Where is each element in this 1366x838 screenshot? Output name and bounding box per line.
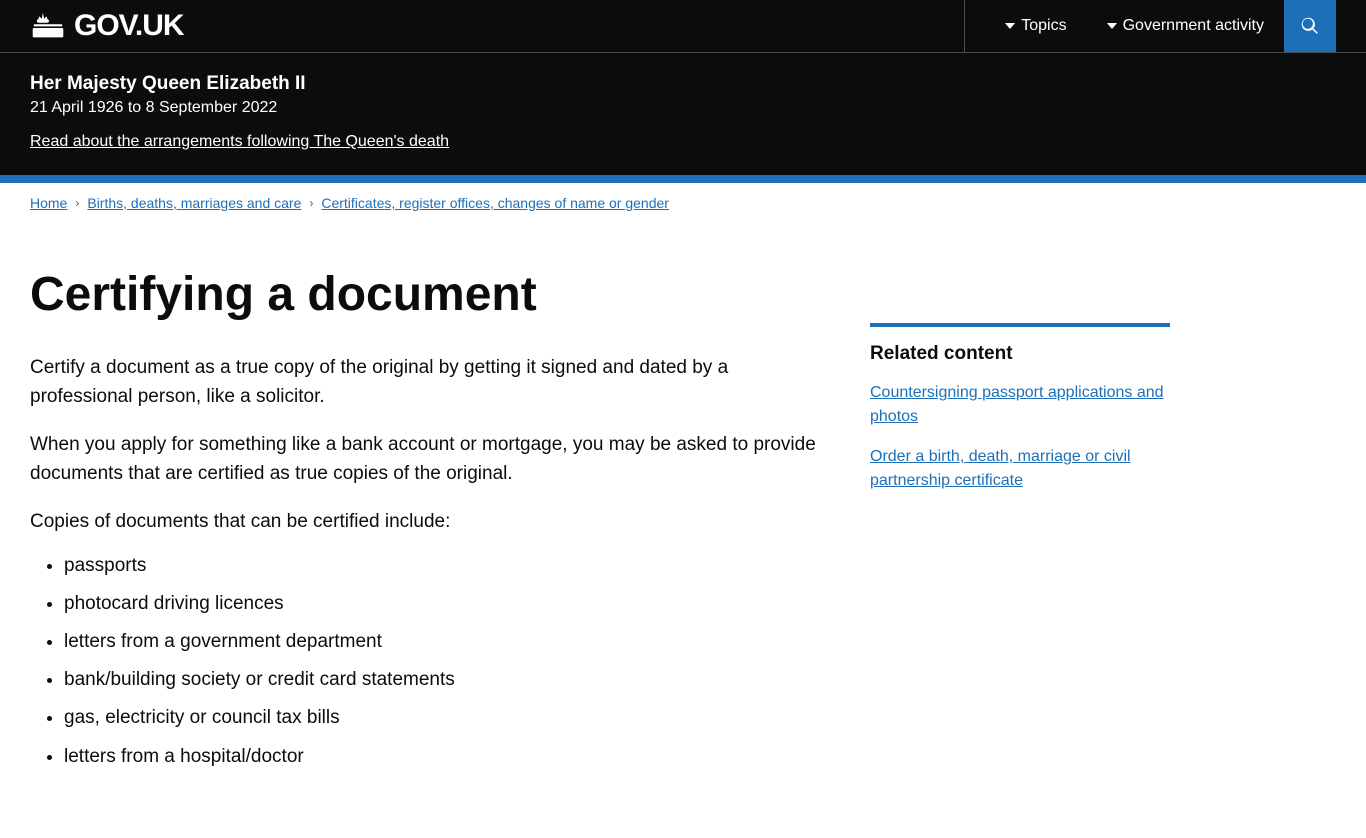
memorial-name: Her Majesty Queen Elizabeth II xyxy=(30,73,1336,95)
list-intro-text: Copies of documents that can be certifie… xyxy=(30,508,830,537)
related-link-1[interactable]: Countersigning passport applications and… xyxy=(870,381,1170,429)
content-sidebar: Related content Countersigning passport … xyxy=(870,323,1170,778)
topics-button[interactable]: Topics xyxy=(985,0,1086,52)
breadcrumb-subcategory[interactable]: Certificates, register offices, changes … xyxy=(321,195,669,211)
search-icon xyxy=(1299,15,1321,37)
crown-icon xyxy=(30,10,66,42)
list-item: photocard driving licences xyxy=(64,587,830,621)
breadcrumb-home[interactable]: Home xyxy=(30,195,67,211)
memorial-dates: 21 April 1926 to 8 September 2022 xyxy=(30,99,1336,117)
breadcrumb-separator-2: › xyxy=(309,196,313,210)
memorial-link[interactable]: Read about the arrangements following Th… xyxy=(30,133,449,150)
breadcrumb-category[interactable]: Births, deaths, marriages and care xyxy=(87,195,301,211)
related-link-2[interactable]: Order a birth, death, marriage or civil … xyxy=(870,445,1170,493)
chevron-down-icon xyxy=(1005,23,1015,29)
list-item: gas, electricity or council tax bills xyxy=(64,701,830,735)
blue-decorative-bar xyxy=(0,175,1366,183)
related-content-box: Related content Countersigning passport … xyxy=(870,323,1170,493)
breadcrumb-separator-1: › xyxy=(75,196,79,210)
government-activity-label: Government activity xyxy=(1123,17,1264,35)
site-header: GOV.UK Topics Government activity xyxy=(0,0,1366,52)
list-item: letters from a hospital/doctor xyxy=(64,740,830,774)
memorial-banner: Her Majesty Queen Elizabeth II 21 April … xyxy=(0,52,1366,175)
breadcrumb-nav: Home › Births, deaths, marriages and car… xyxy=(0,183,1366,223)
gov-uk-logo[interactable]: GOV.UK xyxy=(30,9,944,43)
body-paragraph: When you apply for something like a bank… xyxy=(30,431,830,488)
breadcrumb: Home › Births, deaths, marriages and car… xyxy=(30,195,1336,211)
related-content-title: Related content xyxy=(870,343,1170,365)
list-item: bank/building society or credit card sta… xyxy=(64,663,830,697)
header-divider xyxy=(964,0,965,52)
content-main: Certifying a document Certify a document… xyxy=(30,243,830,778)
list-item: passports xyxy=(64,549,830,583)
intro-paragraph: Certify a document as a true copy of the… xyxy=(30,354,830,411)
list-item: letters from a government department xyxy=(64,625,830,659)
header-navigation: Topics Government activity xyxy=(985,0,1284,52)
government-activity-button[interactable]: Government activity xyxy=(1087,0,1284,52)
main-content-area: Certifying a document Certify a document… xyxy=(0,223,1200,838)
topics-label: Topics xyxy=(1021,17,1066,35)
certified-documents-list: passports photocard driving licences let… xyxy=(54,549,830,774)
chevron-down-icon-govt xyxy=(1107,23,1117,29)
page-title: Certifying a document xyxy=(30,267,830,322)
gov-uk-wordmark: GOV.UK xyxy=(74,9,184,43)
search-button[interactable] xyxy=(1284,0,1336,52)
